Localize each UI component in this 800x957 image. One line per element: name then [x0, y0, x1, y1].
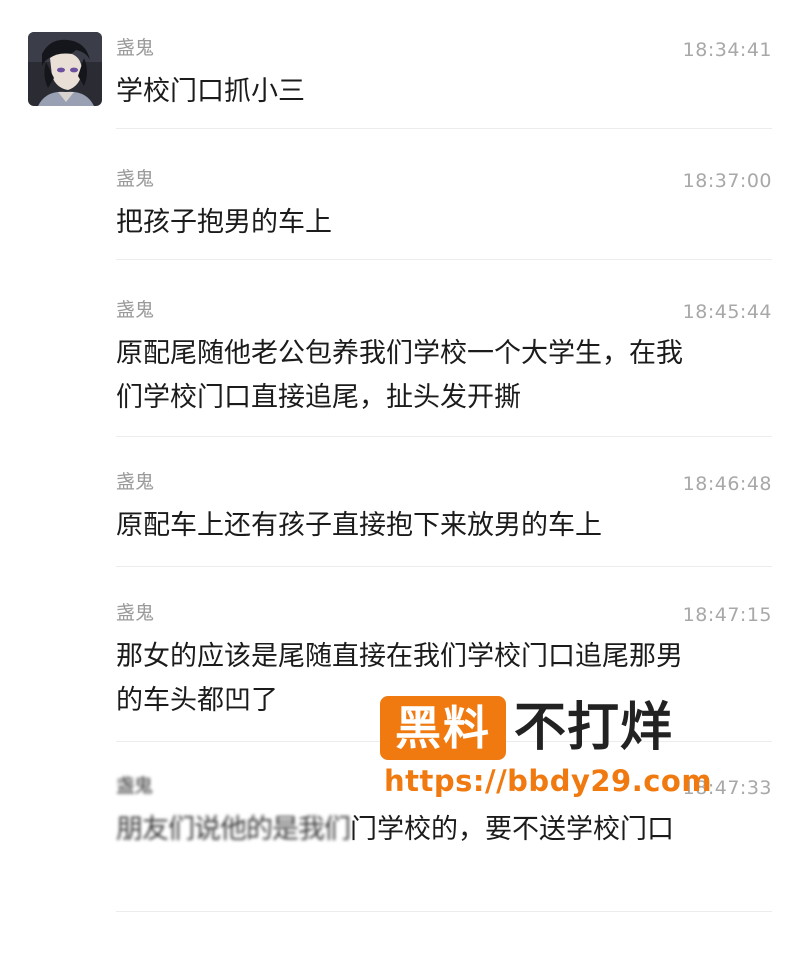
- message-sender: 盏鬼: [116, 602, 155, 624]
- message-item: 盏鬼 18:37:00 把孩子抱男的车上: [116, 167, 772, 257]
- avatar-image: [28, 32, 102, 106]
- message-divider: [116, 436, 772, 437]
- message-text-line: 那女的应该是尾随直接在我们学校门口追尾那男: [116, 641, 683, 672]
- message-text[interactable]: 原配尾随他老公包养我们学校一个大学生，在我 们学校门口直接追尾，扯头发开撕: [116, 332, 766, 420]
- message-sender: 盏鬼: [116, 775, 153, 797]
- message-text[interactable]: 朋友们说他的是我们门学校的，要不送学校门口: [116, 808, 766, 852]
- watermark-badge-text: 黑料: [395, 701, 491, 755]
- message-divider: [116, 128, 772, 129]
- message-divider: [116, 911, 772, 912]
- message-divider: [116, 566, 772, 567]
- message-sender: 盏鬼: [116, 299, 155, 321]
- avatar[interactable]: [28, 32, 102, 106]
- message-timestamp: 18:46:48: [682, 473, 772, 495]
- watermark-logo: 黑料 不打烊 https://bbdy29.com: [380, 696, 740, 800]
- message-timestamp: 18:37:00: [682, 170, 772, 192]
- message-text-line: 原配尾随他老公包养我们学校一个大学生，在我: [116, 338, 683, 369]
- message-text-line: 们学校门口直接追尾，扯头发开撕: [116, 382, 521, 413]
- message-text[interactable]: 学校门口抓小三: [116, 70, 766, 114]
- message-timestamp: 18:47:15: [682, 604, 772, 626]
- watermark-badge: 黑料: [380, 696, 506, 760]
- message-text[interactable]: 原配车上还有孩子直接抱下来放男的车上: [116, 504, 766, 548]
- message-text-obscured: 朋友们说他的是我们: [116, 814, 351, 845]
- message-timestamp: 18:34:41: [682, 39, 772, 61]
- watermark-url: https://bbdy29.com: [384, 764, 713, 798]
- message-item: 盏鬼 18:46:48 原配车上还有孩子直接抱下来放男的车上: [116, 470, 772, 560]
- message-sender: 盏鬼: [116, 471, 155, 493]
- message-timestamp: 18:45:44: [682, 301, 772, 323]
- message-divider: [116, 259, 772, 260]
- message-sender: 盏鬼: [116, 168, 155, 190]
- message-item: 盏鬼 18:34:41 学校门口抓小三: [116, 36, 772, 126]
- message-item: 盏鬼 18:45:44 原配尾随他老公包养我们学校一个大学生，在我 们学校门口直…: [116, 298, 772, 428]
- watermark-title: 不打烊: [514, 698, 674, 758]
- message-sender: 盏鬼: [116, 37, 155, 59]
- message-text-visible: 门学校的，要不送学校门口: [350, 814, 674, 845]
- chat-message-list: 盏鬼 18:34:41 学校门口抓小三 盏鬼 18:37:00 把孩子抱男的车上…: [0, 0, 800, 957]
- message-text[interactable]: 把孩子抱男的车上: [116, 201, 766, 245]
